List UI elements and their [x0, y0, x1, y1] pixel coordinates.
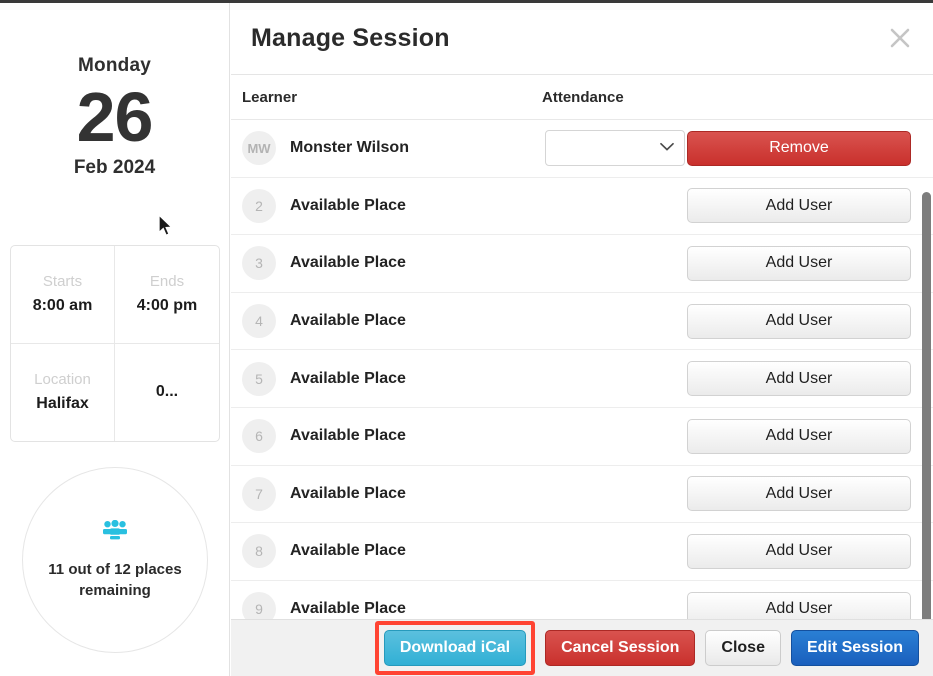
- session-day-number: 26: [76, 78, 154, 156]
- column-header-learner: Learner: [242, 88, 298, 106]
- table-row: 8 Available Place Add User: [231, 523, 933, 581]
- modal-title: Manage Session: [251, 24, 450, 52]
- table-row: 4 Available Place Add User: [231, 293, 933, 351]
- learner-name: Monster Wilson: [290, 139, 409, 157]
- table-row: 3 Available Place Add User: [231, 235, 933, 293]
- detail-value-location: Halifax: [36, 395, 89, 413]
- close-icon[interactable]: [883, 21, 917, 55]
- add-user-button[interactable]: Add User: [687, 533, 911, 569]
- manage-session-modal: Manage Session Learner Attendance MW Mons…: [231, 3, 933, 676]
- detail-value-starts: 8:00 am: [32, 297, 93, 315]
- mouse-cursor: [158, 213, 176, 243]
- learner-name: Available Place: [290, 600, 406, 618]
- add-user-button[interactable]: Add User: [687, 591, 911, 619]
- avatar: MW: [242, 131, 276, 166]
- modal-header: Manage Session: [231, 3, 933, 75]
- scrollbar-thumb[interactable]: [922, 192, 931, 619]
- download-ical-highlight: Download iCal: [374, 621, 536, 675]
- detail-cell-starts: Starts 8:00 am: [11, 246, 115, 344]
- app-root: Monday 26 Feb 2024 Starts 8:00 am Ends 4…: [0, 0, 933, 676]
- session-weekday: Monday: [78, 55, 151, 76]
- column-header-attendance: Attendance: [542, 88, 624, 106]
- learner-name: Available Place: [290, 196, 406, 214]
- learner-name: Available Place: [290, 542, 406, 560]
- table-row: 5 Available Place Add User: [231, 350, 933, 408]
- table-row: 2 Available Place Add User: [231, 178, 933, 236]
- add-user-button[interactable]: Add User: [687, 188, 911, 224]
- place-number-badge: 8: [242, 534, 276, 569]
- detail-cell-ends: Ends 4:00 pm: [115, 246, 219, 344]
- add-user-button[interactable]: Add User: [687, 476, 911, 512]
- learner-name: Available Place: [290, 484, 406, 502]
- place-number-badge: 7: [242, 476, 276, 511]
- detail-cell-extra: 0...: [115, 344, 219, 442]
- place-number-badge: 5: [242, 361, 276, 396]
- edit-session-button[interactable]: Edit Session: [790, 630, 919, 666]
- table-row: MW Monster Wilson Remove: [231, 120, 933, 178]
- detail-label-starts: Starts: [42, 273, 83, 291]
- chevron-down-icon: [660, 139, 674, 157]
- attendance-select[interactable]: [545, 130, 685, 167]
- session-date: Monday 26 Feb 2024: [0, 3, 229, 179]
- learner-name: Available Place: [290, 427, 406, 445]
- place-number-badge: 6: [242, 419, 276, 454]
- session-details-grid: Starts 8:00 am Ends 4:00 pm Location Hal…: [10, 245, 220, 442]
- cancel-session-button[interactable]: Cancel Session: [545, 630, 696, 666]
- table-row: 7 Available Place Add User: [231, 466, 933, 524]
- close-button[interactable]: Close: [705, 630, 781, 666]
- detail-value-extra: 0...: [155, 383, 179, 401]
- attendees-table-body[interactable]: MW Monster Wilson Remove 2 Available Place Ad…: [231, 120, 933, 619]
- detail-cell-location: Location Halifax: [11, 343, 115, 441]
- places-remaining-widget: 11 out of 12 places remaining: [22, 467, 208, 653]
- add-user-button[interactable]: Add User: [687, 418, 911, 454]
- table-row: 6 Available Place Add User: [231, 408, 933, 466]
- session-summary-panel: Monday 26 Feb 2024 Starts 8:00 am Ends 4…: [0, 3, 230, 676]
- attendees-table-header: Learner Attendance: [231, 75, 933, 120]
- detail-value-ends: 4:00 pm: [136, 297, 198, 315]
- learner-name: Available Place: [290, 254, 406, 272]
- add-user-button[interactable]: Add User: [687, 303, 911, 339]
- add-user-button[interactable]: Add User: [687, 361, 911, 397]
- users-group-icon: [102, 519, 128, 547]
- learner-name: Available Place: [290, 369, 406, 387]
- table-row: 9 Available Place Add User: [231, 581, 933, 619]
- vertical-scrollbar[interactable]: [921, 192, 933, 619]
- remove-button[interactable]: Remove: [687, 130, 911, 166]
- learner-name: Available Place: [290, 312, 406, 330]
- modal-footer: Download iCal Cancel Session Close Edit …: [231, 619, 933, 676]
- detail-label-ends: Ends: [149, 273, 185, 291]
- place-number-badge: 9: [242, 592, 276, 619]
- download-ical-button[interactable]: Download iCal: [383, 630, 527, 666]
- places-remaining-text: 11 out of 12 places remaining: [48, 560, 182, 599]
- place-number-badge: 2: [242, 188, 276, 223]
- place-number-badge: 3: [242, 246, 276, 281]
- add-user-button[interactable]: Add User: [687, 245, 911, 281]
- detail-label-location: Location: [34, 371, 91, 389]
- session-month-year: Feb 2024: [73, 157, 156, 178]
- place-number-badge: 4: [242, 304, 276, 339]
